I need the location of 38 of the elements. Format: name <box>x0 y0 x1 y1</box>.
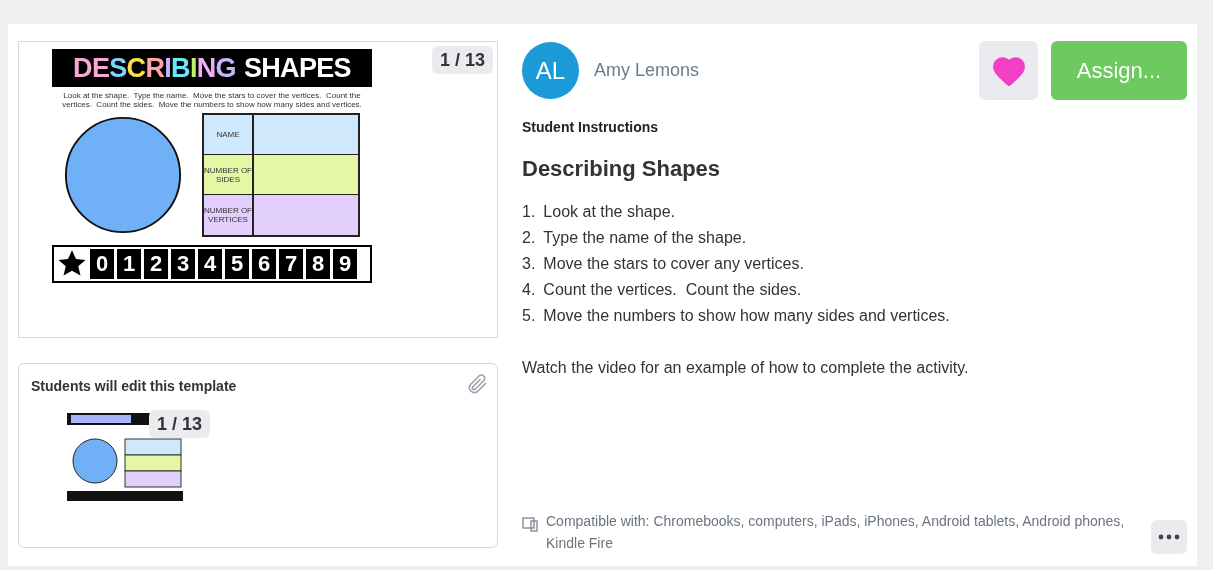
table-label: NUMBER OF VERTICES <box>204 195 254 235</box>
slide-instructions: Look at the shape. Type the name. Move the stars to cover the vertices. Count the vertices. Count the sides. Move the numbers to show how many sides and vertices. <box>61 91 363 109</box>
author-avatar: AL <box>522 42 579 99</box>
number-tile: 2 <box>144 249 168 279</box>
slide-title: SHAPES <box>243 54 351 82</box>
favorite-button[interactable] <box>979 41 1038 100</box>
step-text: Move the numbers to show how many sides and vertices. <box>543 306 950 326</box>
number-tile: 4 <box>198 249 222 279</box>
step-number: 2. <box>522 228 536 248</box>
step-text: Move the stars to cover any vertices. <box>543 254 804 274</box>
more-icon <box>1158 534 1180 540</box>
slide-title: DESCRIBING <box>73 54 236 82</box>
instructions-title: Describing Shapes <box>522 155 722 183</box>
page-count-badge: 1 / 13 <box>149 410 211 438</box>
template-heading: Students will edit this template <box>31 377 237 396</box>
number-tile: 1 <box>117 249 141 279</box>
step-text: Type the name of the shape. <box>543 228 747 248</box>
number-tile: 3 <box>171 249 195 279</box>
author-name[interactable]: Amy Lemons <box>594 57 700 84</box>
step-text: Look at the shape. <box>543 202 675 222</box>
devices-icon <box>522 516 540 532</box>
step-number: 1. <box>522 202 536 222</box>
number-tile: 8 <box>306 249 330 279</box>
number-tile: 9 <box>333 249 357 279</box>
step-text: Count the vertices. Count the sides. <box>543 280 802 300</box>
step-number: 3. <box>522 254 536 274</box>
number-tile: 0 <box>90 249 114 279</box>
more-button[interactable] <box>1151 520 1187 554</box>
heart-icon <box>991 55 1026 86</box>
number-tile: 6 <box>252 249 276 279</box>
compatibility-text: Compatible with: Chromebooks, computers, iPads, iPhones, Android tablets, Android phones, Kindle Fire <box>546 512 1126 553</box>
number-tile: 7 <box>279 249 303 279</box>
number-tile: 5 <box>225 249 249 279</box>
page-count-badge: 1 / 13 <box>431 46 493 74</box>
instructions-label: Student Instructions <box>522 118 660 137</box>
instructions-note: Watch the video for an example of how to complete the activity. <box>522 358 970 378</box>
step-number: 5. <box>522 306 536 326</box>
step-number: 4. <box>522 280 536 300</box>
